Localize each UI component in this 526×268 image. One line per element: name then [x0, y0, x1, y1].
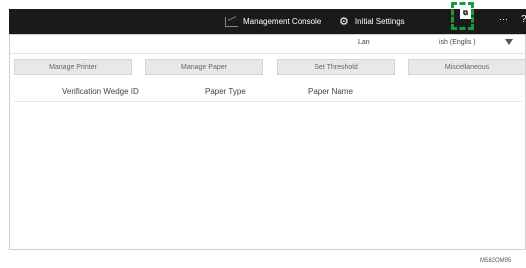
chevron-down-icon	[505, 39, 513, 45]
column-header-paper-type[interactable]: Paper Type	[205, 87, 246, 96]
language-row: Lan ish (Englis )	[10, 35, 525, 54]
tab-manage-printer[interactable]: Manage Printer	[14, 59, 132, 75]
management-console-button[interactable]: Management Console	[225, 9, 321, 34]
main-panel: Lan ish (Englis ) Manage Printer Manage …	[9, 34, 526, 250]
highlight-frame	[451, 2, 474, 30]
column-header-wedge-id[interactable]: Verification Wedge ID	[62, 87, 139, 96]
management-console-label: Management Console	[243, 17, 322, 26]
tab-manage-paper[interactable]: Manage Paper	[145, 59, 263, 75]
chart-icon	[225, 16, 238, 27]
column-header-paper-name[interactable]: Paper Name	[308, 87, 353, 96]
more-menu-button[interactable]: ···	[499, 14, 508, 24]
help-button[interactable]: ?	[521, 14, 526, 25]
initial-settings-button[interactable]: ⚙ Initial Settings	[339, 9, 405, 34]
tab-bar: Manage Printer Manage Paper Set Threshol…	[14, 59, 526, 75]
language-value: ish (Englis )	[439, 39, 476, 46]
language-select[interactable]: ish (Englis )	[375, 36, 515, 50]
top-bar: Management Console ⚙ Initial Settings ··…	[9, 9, 526, 34]
figure-id: M582OM95	[480, 258, 512, 264]
initial-settings-label: Initial Settings	[354, 17, 405, 26]
tab-miscellaneous[interactable]: Miscellaneous	[408, 59, 526, 75]
gear-icon: ⚙	[339, 16, 349, 28]
header-divider	[14, 101, 522, 102]
tab-set-threshold[interactable]: Set Threshold	[277, 59, 395, 75]
language-label: Lan	[358, 39, 370, 46]
